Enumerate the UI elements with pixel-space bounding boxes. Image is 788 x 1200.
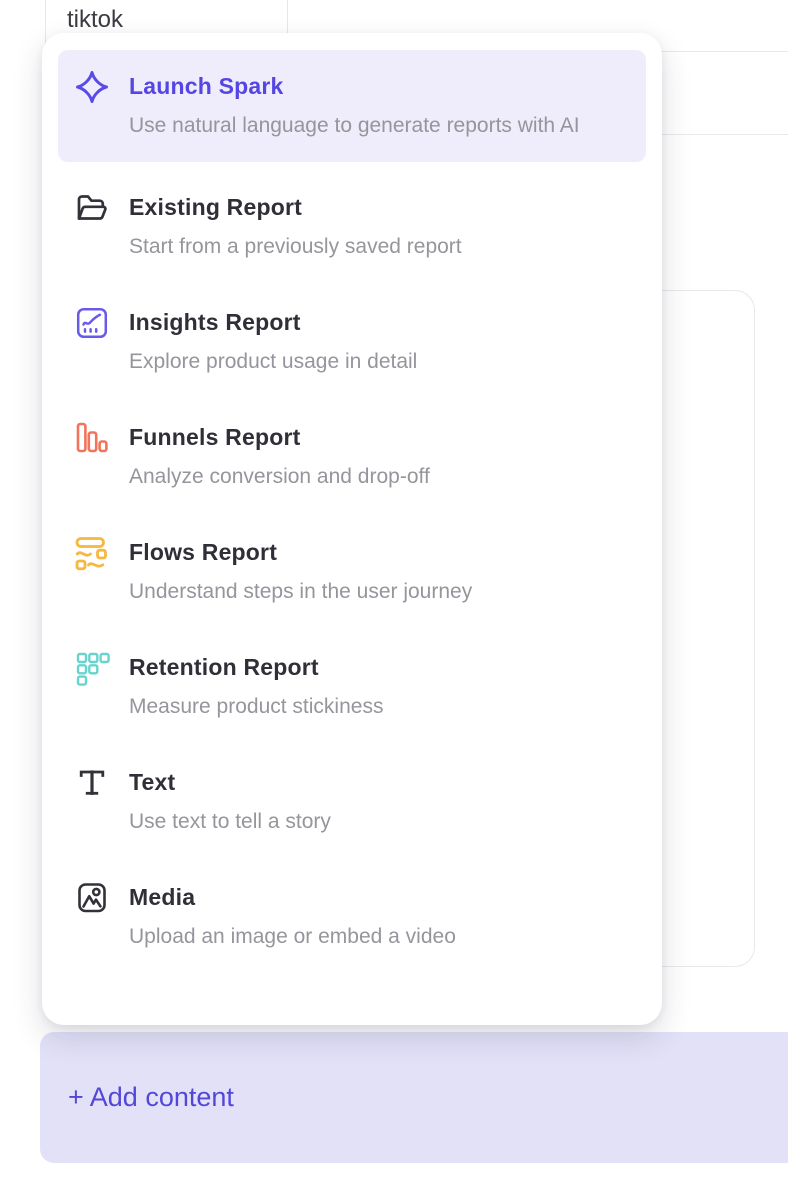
menu-item-insights-report[interactable]: Insights Report Explore product usage in… xyxy=(58,305,646,377)
menu-item-title: Media xyxy=(129,880,456,914)
menu-item-existing-report[interactable]: Existing Report Start from a previously … xyxy=(58,190,646,262)
menu-item-funnels-report[interactable]: Funnels Report Analyze conversion and dr… xyxy=(58,420,646,492)
menu-item-description: Understand steps in the user journey xyxy=(129,576,472,607)
menu-item-description: Measure product stickiness xyxy=(129,691,383,722)
menu-item-description: Start from a previously saved report xyxy=(129,231,462,262)
funnels-bars-icon xyxy=(74,420,110,456)
spark-icon xyxy=(74,69,110,105)
menu-item-media[interactable]: Media Upload an image or embed a video xyxy=(58,880,646,952)
menu-item-title: Text xyxy=(129,765,331,799)
menu-item-text[interactable]: Text Use text to tell a story xyxy=(58,765,646,837)
flows-icon xyxy=(74,535,110,571)
menu-item-launch-spark[interactable]: Launch Spark Use natural language to gen… xyxy=(58,50,646,162)
text-icon xyxy=(74,765,110,801)
background-divider-horizontal-second xyxy=(652,134,788,135)
menu-item-flows-report[interactable]: Flows Report Understand steps in the use… xyxy=(58,535,646,607)
menu-item-title: Retention Report xyxy=(129,650,383,684)
add-content-button[interactable]: + Add content xyxy=(40,1032,788,1163)
menu-item-description: Use natural language to generate reports… xyxy=(129,110,580,141)
menu-item-title: Launch Spark xyxy=(129,69,580,103)
page: tiktok Launch Spark Use natural language… xyxy=(0,0,788,1200)
insights-chart-icon xyxy=(74,305,110,341)
media-image-icon xyxy=(74,880,110,916)
menu-item-title: Funnels Report xyxy=(129,420,430,454)
menu-item-title: Existing Report xyxy=(129,190,462,224)
menu-item-retention-report[interactable]: Retention Report Measure product stickin… xyxy=(58,650,646,722)
menu-item-description: Explore product usage in detail xyxy=(129,346,417,377)
menu-item-title: Flows Report xyxy=(129,535,472,569)
menu-item-description: Use text to tell a story xyxy=(129,806,331,837)
menu-item-title: Insights Report xyxy=(129,305,417,339)
add-content-label: + Add content xyxy=(68,1082,234,1113)
add-content-menu: Launch Spark Use natural language to gen… xyxy=(42,33,662,1025)
menu-item-description: Upload an image or embed a video xyxy=(129,921,456,952)
background-divider-horizontal-top xyxy=(652,51,788,52)
background-divider-vertical-left xyxy=(45,0,46,46)
folder-open-icon xyxy=(74,190,110,226)
retention-grid-icon xyxy=(74,650,110,686)
menu-item-description: Analyze conversion and drop-off xyxy=(129,461,430,492)
background-text-tiktok: tiktok xyxy=(67,6,123,34)
